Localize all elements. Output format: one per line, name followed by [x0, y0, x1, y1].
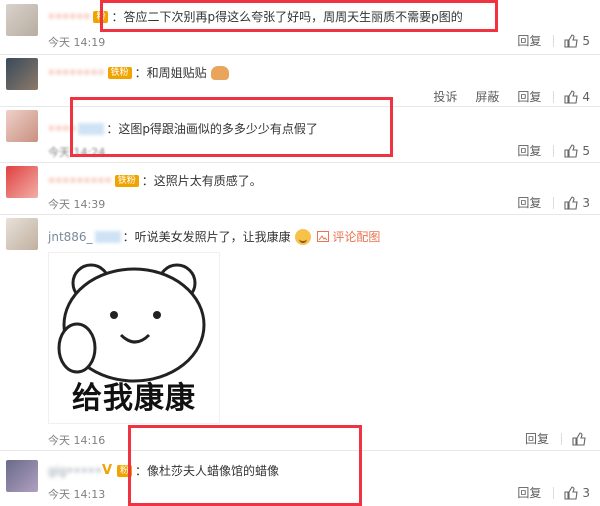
block-button[interactable]: 屏蔽 [475, 88, 499, 105]
comment-text: ：和周姐贴贴 [134, 66, 207, 80]
thumbs-up-icon [564, 89, 578, 104]
divider [553, 486, 555, 499]
sticker-caption: 给我康康 [72, 381, 196, 416]
avatar[interactable] [6, 218, 38, 250]
reply-button[interactable]: 回复 [517, 142, 541, 159]
like-button[interactable]: 5 [564, 144, 590, 158]
thumbs-up-icon [564, 33, 578, 48]
fan-badge-icon: 粉 [93, 10, 109, 23]
comment-image-link-label: 评论配图 [332, 230, 381, 244]
comment-text: ：听说美女发照片了，让我康康 [122, 230, 291, 244]
like-button[interactable]: 4 [564, 90, 590, 104]
thumbs-up-icon [564, 195, 578, 210]
comment-username[interactable]: •••••••• [48, 66, 105, 80]
comment-image-link[interactable]: 评论配图 [316, 228, 381, 245]
comment-username[interactable]: gig••••• [48, 464, 102, 478]
avatar[interactable] [6, 460, 38, 492]
thumbs-up-icon [564, 143, 578, 158]
reply-button[interactable]: 回复 [517, 88, 541, 105]
reply-button[interactable]: 回复 [517, 32, 541, 49]
comment-text: ：这图p得跟油画似的多多少少有点假了 [106, 122, 318, 136]
comment-username[interactable]: jnt886_ [48, 230, 93, 244]
thumbs-up-icon [572, 431, 586, 446]
divider [553, 196, 555, 209]
fan-badge: 铁粉 [114, 174, 139, 187]
comment-username[interactable]: ••••••••• [48, 174, 112, 188]
like-count: 5 [582, 143, 590, 158]
thumbs-up-icon [564, 485, 578, 500]
like-count: 5 [582, 33, 590, 48]
reply-button[interactable]: 回复 [517, 194, 541, 211]
like-button[interactable]: 3 [564, 486, 590, 500]
comment-item: •••• ：这图p得跟油画似的多多少少有点假了 今天 14:24 回复 5 [0, 106, 600, 163]
avatar[interactable] [6, 166, 38, 198]
like-count: 3 [582, 485, 590, 500]
avatar[interactable] [6, 4, 38, 36]
report-button[interactable]: 投诉 [433, 88, 457, 105]
like-button[interactable]: 3 [564, 196, 590, 210]
redacted-badge [78, 122, 105, 135]
comment-time: 今天 14:16 [48, 434, 106, 447]
like-count: 3 [582, 195, 590, 210]
divider [553, 34, 555, 47]
comment-text: ：像杜莎夫人蜡像馆的蜡像 [135, 464, 280, 478]
verified-badge: V [101, 463, 113, 478]
divider [553, 144, 555, 157]
divider [561, 432, 562, 445]
like-count: 4 [582, 89, 590, 104]
avatar[interactable] [6, 58, 38, 90]
redacted-badge [94, 230, 121, 243]
comment-item: •••••••• 铁粉 ：和周姐贴贴 投诉 屏蔽 回复 4 [0, 54, 600, 107]
comment-time: 今天 14:13 [48, 488, 106, 501]
bread-emoji-icon [210, 65, 229, 80]
comment-time: 今天 14:39 [48, 198, 106, 211]
bear-sticker-image[interactable]: 给我康康 [48, 252, 220, 424]
like-button[interactable] [572, 431, 590, 446]
comment-time: 今天 14:19 [48, 36, 106, 49]
bear-face-icon [57, 263, 206, 383]
like-button[interactable]: 5 [564, 34, 590, 48]
reply-button[interactable]: 回复 [525, 430, 549, 447]
comment-username[interactable]: •••• [48, 122, 76, 136]
image-icon [316, 231, 329, 242]
fan-badge-icon: 粉 [117, 464, 133, 477]
comment-item: ••••••••• 铁粉 ：这照片太有质感了。 今天 14:39 回复 3 [0, 162, 600, 215]
fan-badge: 铁粉 [107, 66, 132, 79]
comment-username[interactable]: •••••• [48, 10, 90, 24]
comment-time: 今天 14:24 [48, 146, 106, 159]
comment-item: gig••••• V 粉 ：像杜莎夫人蜡像馆的蜡像 今天 14:13 回复 3 [0, 452, 600, 506]
reply-button[interactable]: 回复 [517, 484, 541, 501]
comment-text: ：答应二下次别再p得这么夸张了好吗，周周天生丽质不需要p图的 [111, 10, 463, 24]
grin-emoji-icon [294, 228, 311, 245]
divider [553, 90, 555, 103]
comment-text: ：这照片太有质感了。 [141, 174, 262, 188]
avatar[interactable] [6, 110, 38, 142]
comment-item: •••••• 粉 ：答应二下次别再p得这么夸张了好吗，周周天生丽质不需要p图的 … [0, 0, 600, 55]
